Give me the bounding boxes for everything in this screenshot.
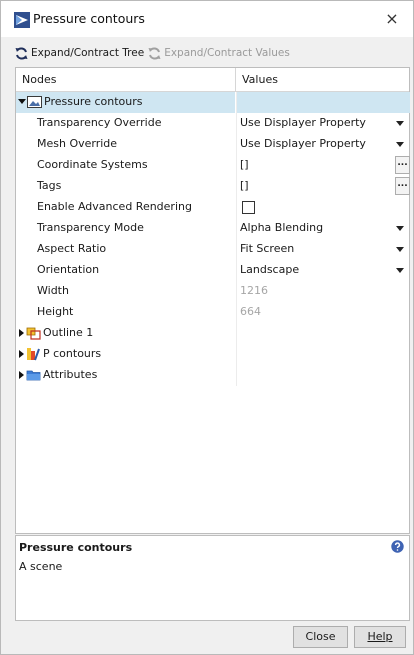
property-row-width[interactable]: Width 1216 [16, 281, 409, 302]
help-button[interactable]: Help [354, 626, 406, 648]
expand-arrow-icon[interactable] [19, 350, 24, 358]
expand-arrow-icon[interactable] [19, 371, 24, 379]
toolbar: Expand/Contract Tree Expand/Contract Val… [15, 44, 290, 62]
dropdown-arrow-icon[interactable] [396, 226, 404, 231]
collapse-arrow-icon[interactable] [18, 99, 26, 104]
window-close-button[interactable]: × [379, 6, 405, 32]
tree-node-pressure-contours[interactable]: Pressure contours [16, 92, 410, 113]
description-panel: Pressure contours A scene [15, 535, 410, 621]
tree-node-p-contours[interactable]: P contours [16, 344, 409, 365]
tree-node-label: P contours [43, 347, 102, 360]
values-column-header[interactable]: Values [242, 73, 278, 86]
property-tree: Nodes Values Pressure contours Transpare… [15, 67, 410, 534]
property-row-transparency-override[interactable]: Transparency Override Use Displayer Prop… [16, 113, 409, 134]
nodes-column-header[interactable]: Nodes [22, 73, 56, 86]
expand-contract-tree-label: Expand/Contract Tree [31, 47, 145, 59]
property-row-coordinate-systems[interactable]: Coordinate Systems []... [16, 155, 410, 176]
property-row-mesh-override[interactable]: Mesh Override Use Displayer Property [16, 134, 409, 155]
tree-header: Nodes Values [16, 68, 409, 92]
properties-dialog: Pressure contours × Expand/Contract Tree… [0, 0, 414, 655]
help-icon[interactable] [391, 540, 404, 553]
property-value[interactable]: Use Displayer Property [240, 116, 366, 129]
expand-contract-values-label: Expand/Contract Values [164, 47, 290, 59]
property-value[interactable]: [] [240, 179, 249, 192]
property-value[interactable]: Use Displayer Property [240, 137, 366, 150]
property-label: Height [37, 305, 74, 318]
property-label: Aspect Ratio [37, 242, 107, 255]
property-value[interactable]: Landscape [240, 263, 299, 276]
property-value: 664 [240, 305, 261, 318]
property-value[interactable]: Fit Screen [240, 242, 294, 255]
dropdown-arrow-icon[interactable] [396, 121, 404, 126]
property-label: Coordinate Systems [37, 158, 148, 171]
advanced-rendering-checkbox[interactable] [242, 201, 255, 214]
property-row-tags[interactable]: Tags []... [16, 176, 410, 197]
property-row-height[interactable]: Height 664 [16, 302, 409, 323]
property-value[interactable]: [] [240, 158, 249, 171]
column-divider[interactable] [235, 68, 236, 91]
property-row-aspect-ratio[interactable]: Aspect Ratio Fit Screen [16, 239, 409, 260]
tree-node-label: Outline 1 [43, 326, 94, 339]
close-button[interactable]: Close [293, 626, 348, 648]
dropdown-arrow-icon[interactable] [396, 142, 404, 147]
ellipsis-button[interactable]: ... [395, 177, 410, 195]
property-label: Transparency Override [37, 116, 162, 129]
property-row-orientation[interactable]: Orientation Landscape [16, 260, 409, 281]
expand-contract-tree-button[interactable]: Expand/Contract Tree [15, 47, 144, 60]
tree-node-label: Pressure contours [44, 95, 143, 108]
window-title: Pressure contours [33, 11, 145, 26]
property-label: Mesh Override [37, 137, 118, 150]
property-label: Width [37, 284, 69, 297]
property-row-transparency-mode[interactable]: Transparency Mode Alpha Blending [16, 218, 409, 239]
property-label: Tags [37, 179, 62, 192]
property-label: Orientation [37, 263, 100, 276]
app-logo-icon [14, 12, 30, 28]
property-label: Enable Advanced Rendering [37, 200, 192, 213]
outline-displayer-icon [26, 327, 41, 340]
property-value[interactable]: Alpha Blending [240, 221, 323, 234]
refresh-icon [148, 47, 161, 59]
tree-node-outline-1[interactable]: Outline 1 [16, 323, 409, 344]
folder-icon [26, 370, 41, 381]
property-row-enable-advanced-rendering[interactable]: Enable Advanced Rendering [16, 197, 409, 218]
dropdown-arrow-icon[interactable] [396, 268, 404, 273]
property-label: Transparency Mode [37, 221, 144, 234]
property-value: 1216 [240, 284, 268, 297]
tree-node-attributes[interactable]: Attributes [16, 365, 409, 386]
dropdown-arrow-icon[interactable] [396, 247, 404, 252]
description-text: A scene [19, 560, 63, 573]
scene-icon [27, 96, 42, 108]
expand-contract-values-button[interactable]: Expand/Contract Values [148, 47, 290, 60]
tree-node-label: Attributes [43, 368, 98, 381]
scalar-displayer-icon [27, 348, 40, 361]
description-title: Pressure contours [19, 541, 133, 554]
expand-arrow-icon[interactable] [19, 329, 24, 337]
refresh-icon [15, 47, 28, 59]
ellipsis-button[interactable]: ... [395, 156, 410, 174]
title-bar[interactable]: Pressure contours × [1, 1, 413, 37]
